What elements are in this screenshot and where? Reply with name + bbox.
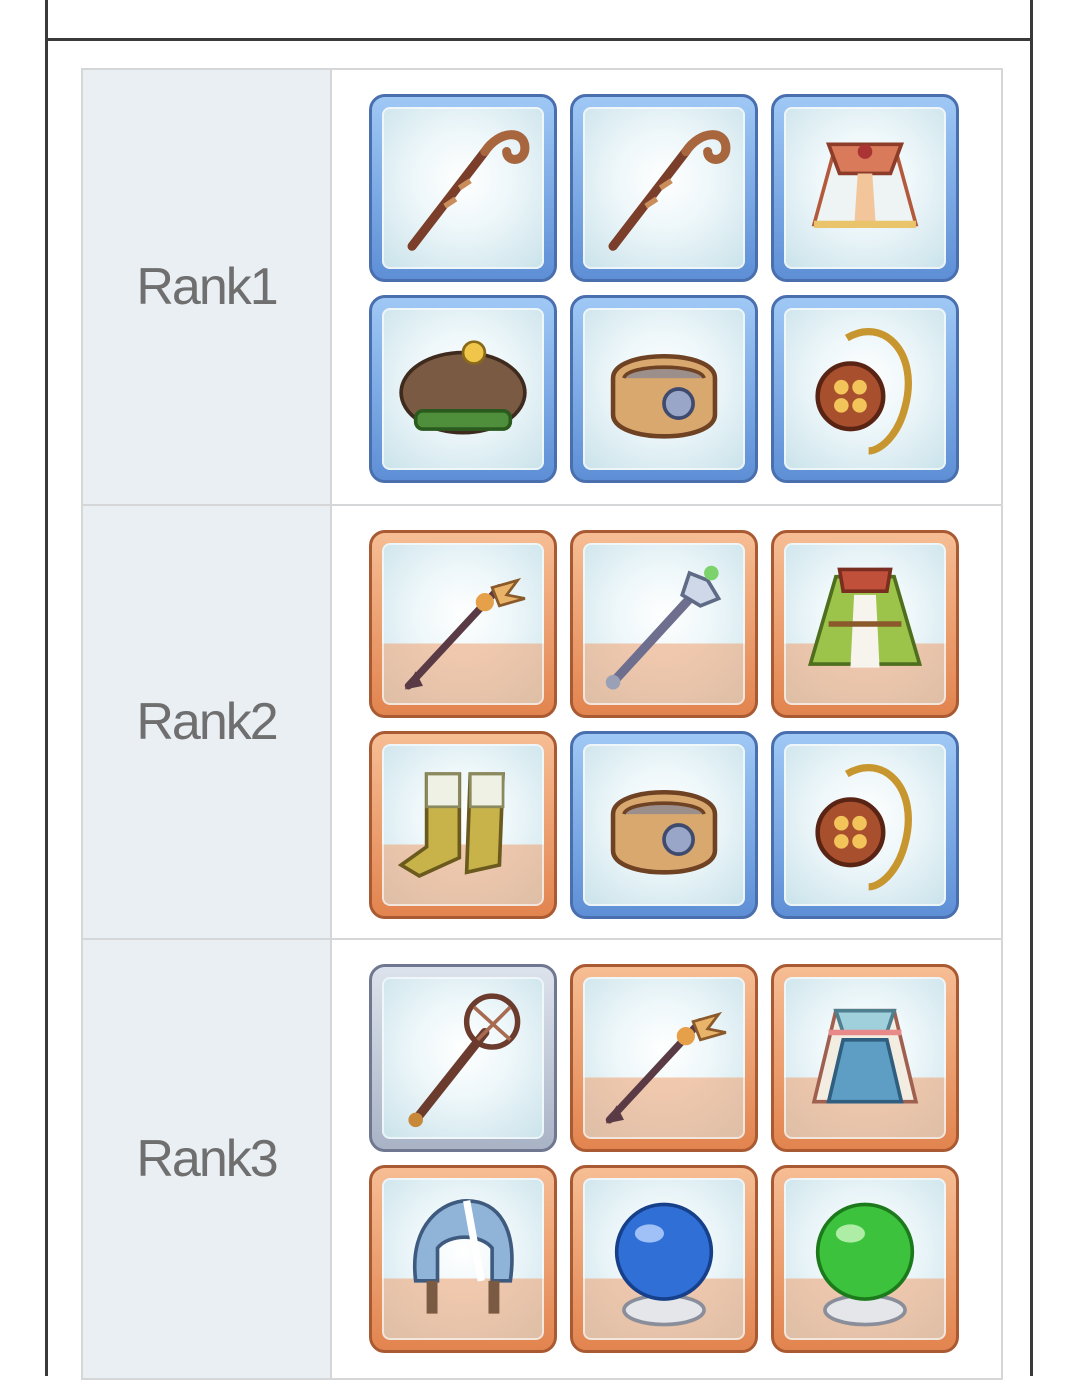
equipment-slot[interactable]: [570, 964, 758, 1152]
equipment-slot[interactable]: [570, 94, 758, 282]
equipment-slot[interactable]: [369, 530, 557, 718]
equipment-slot[interactable]: [369, 295, 557, 483]
equipment-slot[interactable]: [369, 731, 557, 919]
equipment-slot[interactable]: [369, 964, 557, 1152]
equipment-slot[interactable]: [570, 1165, 758, 1353]
rank-label: Rank1: [81, 68, 332, 506]
equipment-slot[interactable]: [771, 94, 959, 282]
rank-item-grid: [332, 940, 1001, 1353]
top-band: [48, 0, 1030, 41]
equipment-slot[interactable]: [771, 1165, 959, 1353]
equipment-slot[interactable]: [570, 295, 758, 483]
rank-item-grid: [332, 70, 1001, 483]
equipment-slot[interactable]: [369, 94, 557, 282]
page-frame: Rank1 Rank2 Rank3: [45, 0, 1033, 1380]
equipment-slot[interactable]: [771, 295, 959, 483]
equipment-slot[interactable]: [771, 964, 959, 1152]
rank-label: Rank3: [81, 938, 332, 1380]
rank-row: Rank1: [81, 68, 1003, 506]
rank-item-grid: [332, 506, 1001, 919]
rank-row: Rank3: [81, 938, 1003, 1380]
rank-row: Rank2: [81, 504, 1003, 940]
equipment-rank-table: Rank1 Rank2 Rank3: [81, 68, 1003, 1380]
equipment-slot[interactable]: [369, 1165, 557, 1353]
equipment-slot[interactable]: [771, 530, 959, 718]
equipment-slot[interactable]: [771, 731, 959, 919]
equipment-slot[interactable]: [570, 530, 758, 718]
rank-label: Rank2: [81, 504, 332, 940]
equipment-slot[interactable]: [570, 731, 758, 919]
